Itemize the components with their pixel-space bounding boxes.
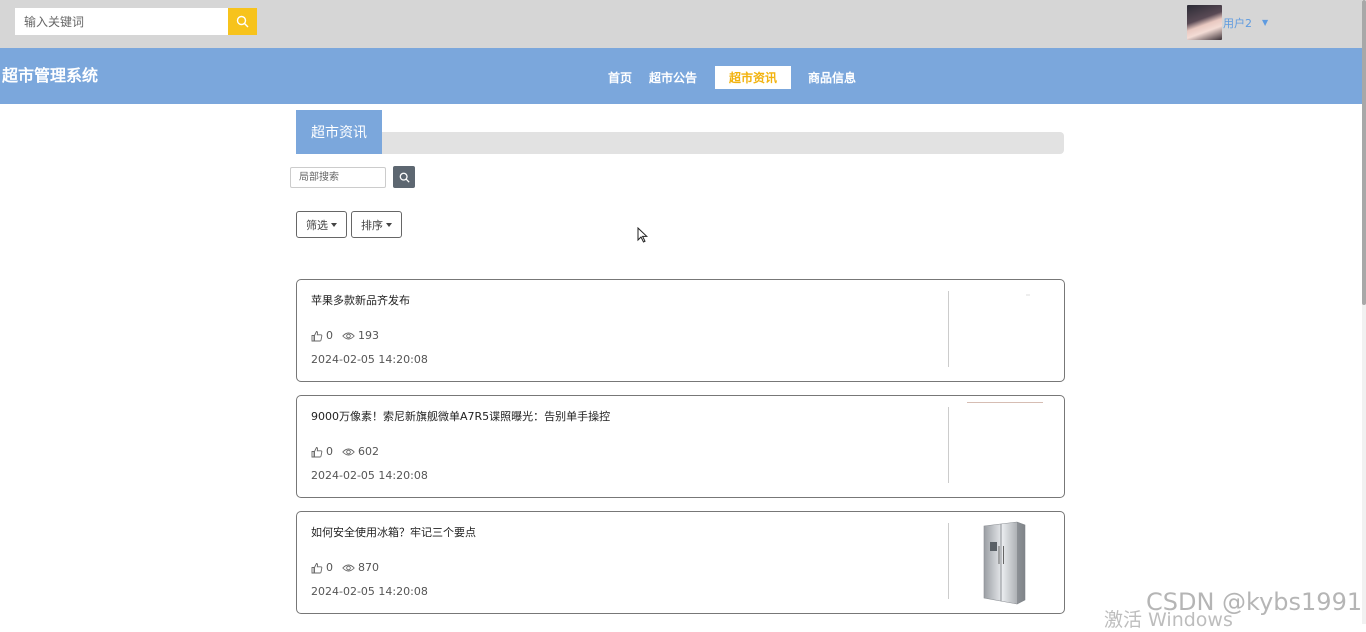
news-list: 苹果多款新品齐发布 0 193 2024-02-05 14:20:08 9000… [296, 279, 1065, 627]
filter-dropdown[interactable]: 筛选 [296, 211, 347, 238]
card-divider [948, 291, 949, 367]
news-card[interactable]: 如何安全使用冰箱？牢记三个要点 0 870 2024-02-05 14:20:0… [296, 511, 1065, 614]
csdn-watermark: CSDN @kybs1991 [1146, 588, 1363, 616]
nav-news[interactable]: 超市资讯 [715, 66, 792, 89]
like-value: 0 [326, 561, 333, 574]
local-search-button[interactable] [393, 166, 415, 188]
caret-down-icon [331, 222, 337, 227]
search-input[interactable] [15, 8, 228, 35]
news-date: 2024-02-05 14:20:08 [311, 469, 428, 482]
news-date: 2024-02-05 14:20:08 [311, 585, 428, 598]
section-header-bar [296, 132, 1064, 154]
card-divider [948, 523, 949, 599]
user-name[interactable]: 用户2 [1223, 15, 1252, 31]
thumbs-up-icon [311, 562, 323, 573]
avatar[interactable] [1187, 5, 1222, 40]
nav-products[interactable]: 商品信息 [800, 66, 864, 89]
like-count[interactable]: 0 [311, 329, 333, 342]
local-search [290, 166, 415, 188]
search-icon [236, 15, 249, 28]
scrollbar-thumb[interactable] [1362, 0, 1366, 305]
fridge-image [983, 521, 1026, 605]
search-button[interactable] [228, 8, 257, 35]
eye-icon [342, 448, 355, 455]
view-value: 602 [358, 445, 379, 458]
news-stats: 0 870 [311, 561, 388, 574]
news-stats: 0 602 [311, 445, 388, 458]
sort-label: 排序 [361, 218, 383, 232]
like-count[interactable]: 0 [311, 445, 333, 458]
user-menu[interactable]: 用户2 ▼ [1187, 5, 1268, 40]
chevron-down-icon[interactable]: ▼ [1262, 18, 1268, 27]
view-count: 870 [342, 561, 379, 574]
view-value: 193 [358, 329, 379, 342]
eye-icon [342, 564, 355, 571]
news-date: 2024-02-05 14:20:08 [311, 353, 428, 366]
like-value: 0 [326, 445, 333, 458]
thumbs-up-icon [311, 330, 323, 341]
section-title: 超市资讯 [296, 110, 382, 154]
main-nav: 首页 超市公告 超市资讯 商品信息 [600, 66, 865, 89]
caret-down-icon [386, 222, 392, 227]
mouse-cursor-icon [637, 227, 648, 243]
section-header: 超市资讯 [296, 110, 1064, 154]
news-title[interactable]: 如何安全使用冰箱？牢记三个要点 [311, 524, 476, 540]
global-search [15, 8, 257, 35]
thumbnail-image [1026, 294, 1030, 296]
view-value: 870 [358, 561, 379, 574]
news-card[interactable]: 苹果多款新品齐发布 0 193 2024-02-05 14:20:08 [296, 279, 1065, 382]
news-title[interactable]: 9000万像素！索尼新旗舰微单A7R5谍照曝光：告别单手操控 [311, 408, 610, 424]
view-count: 193 [342, 329, 379, 342]
search-icon [399, 172, 410, 183]
page-scrollbar[interactable] [1362, 0, 1366, 624]
news-card[interactable]: 9000万像素！索尼新旗舰微单A7R5谍照曝光：告别单手操控 0 602 202… [296, 395, 1065, 498]
nav-home[interactable]: 首页 [600, 66, 640, 89]
news-thumbnail[interactable] [959, 402, 1055, 492]
card-divider [948, 407, 949, 483]
like-count[interactable]: 0 [311, 561, 333, 574]
filter-label: 筛选 [306, 218, 328, 232]
thumbs-up-icon [311, 446, 323, 457]
brand-title: 超市管理系统 [2, 66, 99, 85]
thumbnail-image [967, 402, 1043, 403]
view-count: 602 [342, 445, 379, 458]
news-stats: 0 193 [311, 329, 388, 342]
news-title[interactable]: 苹果多款新品齐发布 [311, 292, 410, 308]
like-value: 0 [326, 329, 333, 342]
filter-controls: 筛选 排序 [296, 211, 406, 238]
news-thumbnail[interactable] [959, 286, 1055, 376]
local-search-input[interactable] [290, 166, 386, 188]
nav-announcements[interactable]: 超市公告 [641, 66, 705, 89]
top-bar: 用户2 ▼ [0, 0, 1362, 48]
main-navbar: 超市管理系统 首页 超市公告 超市资讯 商品信息 [0, 48, 1362, 104]
news-thumbnail[interactable] [959, 518, 1055, 608]
sort-dropdown[interactable]: 排序 [351, 211, 402, 238]
eye-icon [342, 332, 355, 339]
